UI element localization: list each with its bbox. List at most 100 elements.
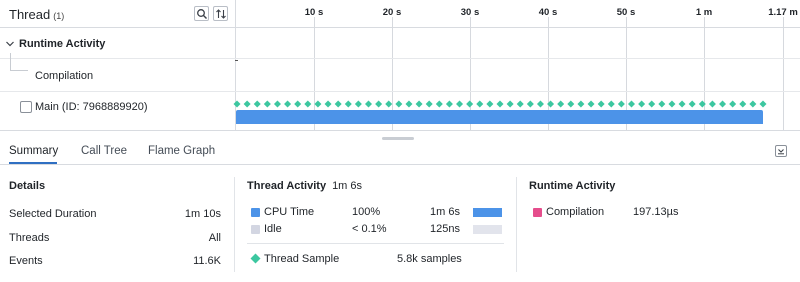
thread-sample-marker[interactable] bbox=[739, 100, 747, 108]
thread-sample-marker[interactable] bbox=[708, 100, 716, 108]
thread-sample-marker[interactable] bbox=[385, 100, 393, 108]
idle-swatch bbox=[251, 225, 260, 234]
events-value: 11.6K bbox=[193, 255, 221, 267]
thread-sample-marker[interactable] bbox=[334, 100, 342, 108]
thread-sample-label: Thread Sample bbox=[264, 253, 340, 265]
tab-call-tree[interactable]: Call Tree bbox=[81, 145, 127, 157]
thread-sample-marker[interactable] bbox=[375, 100, 383, 108]
thread-sample-marker[interactable] bbox=[688, 100, 696, 108]
chevron-down-icon[interactable] bbox=[5, 40, 15, 48]
thread-sample-marker[interactable] bbox=[759, 100, 767, 108]
thread-sample-marker[interactable] bbox=[567, 100, 575, 108]
thread-sample-marker[interactable] bbox=[719, 100, 727, 108]
thread-sample-marker[interactable] bbox=[344, 100, 352, 108]
thread-sample-marker[interactable] bbox=[547, 100, 555, 108]
thread-sample-marker[interactable] bbox=[243, 100, 251, 108]
thread-sample-marker[interactable] bbox=[263, 100, 271, 108]
thread-sample-marker[interactable] bbox=[284, 100, 292, 108]
panel-resize-handle[interactable] bbox=[382, 137, 414, 140]
detail-tabs: Summary Call Tree Flame Graph bbox=[0, 143, 800, 165]
collapse-panel-button[interactable] bbox=[775, 145, 787, 157]
thread-sample-marker[interactable] bbox=[273, 100, 281, 108]
thread-sample-marker[interactable] bbox=[405, 100, 413, 108]
thread-sample-marker[interactable] bbox=[253, 100, 261, 108]
time-ruler[interactable]: 10 s 20 s 30 s 40 s 50 s 1 m 1.17 m bbox=[235, 0, 800, 28]
gridline bbox=[783, 17, 784, 130]
thread-sample-marker[interactable] bbox=[354, 100, 362, 108]
runtime-activity-row-label[interactable]: Runtime Activity bbox=[19, 38, 105, 50]
selected-duration-label: Selected Duration bbox=[9, 208, 97, 220]
column-divider bbox=[516, 177, 517, 272]
collapse-panel-icon bbox=[778, 149, 784, 155]
timeline-panel: Thread (1) 10 s 20 s 30 s 40 s 50 s 1 m 1… bbox=[0, 0, 800, 130]
row-divider bbox=[0, 58, 800, 59]
thread-sample-marker[interactable] bbox=[749, 100, 757, 108]
thread-sample-value: 5.8k samples bbox=[397, 253, 462, 265]
thread-sample-marker[interactable] bbox=[698, 100, 706, 108]
thread-sample-marker[interactable] bbox=[486, 100, 494, 108]
thread-sample-marker[interactable] bbox=[395, 100, 403, 108]
thread-sample-marker[interactable] bbox=[729, 100, 737, 108]
idle-bar bbox=[473, 225, 502, 234]
thread-sample-marker[interactable] bbox=[445, 100, 453, 108]
header-title-text: Thread bbox=[9, 7, 51, 22]
main-thread-row-label[interactable]: Main (ID: 7968889920) bbox=[35, 101, 148, 113]
thread-sample-swatch bbox=[250, 253, 261, 264]
thread-header: Thread (1) bbox=[0, 0, 235, 28]
compilation-swatch bbox=[533, 208, 542, 217]
sort-button[interactable] bbox=[213, 6, 228, 21]
thread-sample-marker[interactable] bbox=[638, 100, 646, 108]
thread-sample-marker[interactable] bbox=[476, 100, 484, 108]
thread-sample-marker[interactable] bbox=[607, 100, 615, 108]
thread-sample-marker[interactable] bbox=[658, 100, 666, 108]
thread-sample-track[interactable] bbox=[233, 99, 773, 109]
compilation-row-label[interactable]: Compilation bbox=[35, 70, 93, 82]
thread-sample-marker[interactable] bbox=[496, 100, 504, 108]
tree-connector bbox=[10, 53, 11, 70]
active-tab-indicator bbox=[9, 162, 57, 164]
thread-sample-marker[interactable] bbox=[294, 100, 302, 108]
cpu-activity-bar[interactable] bbox=[236, 110, 763, 124]
thread-sample-marker[interactable] bbox=[233, 100, 241, 108]
thread-sample-marker[interactable] bbox=[536, 100, 544, 108]
selected-duration-value: 1m 10s bbox=[184, 208, 221, 220]
thread-sample-marker[interactable] bbox=[678, 100, 686, 108]
thread-sample-marker[interactable] bbox=[587, 100, 595, 108]
thread-sample-marker[interactable] bbox=[324, 100, 332, 108]
thread-sample-marker[interactable] bbox=[456, 100, 464, 108]
details-title: Details bbox=[9, 180, 46, 192]
search-button[interactable] bbox=[194, 6, 209, 21]
cpu-time-bar bbox=[473, 208, 502, 217]
idle-percent: < 0.1% bbox=[352, 223, 387, 235]
thread-sample-marker[interactable] bbox=[314, 100, 322, 108]
compilation-label: Compilation bbox=[546, 206, 605, 218]
thread-sample-marker[interactable] bbox=[506, 100, 514, 108]
thread-sample-marker[interactable] bbox=[628, 100, 635, 108]
column-divider bbox=[234, 177, 235, 272]
thread-sample-marker[interactable] bbox=[648, 100, 656, 108]
thread-sample-marker[interactable] bbox=[557, 100, 565, 108]
idle-label: Idle bbox=[264, 223, 282, 235]
thread-sample-marker[interactable] bbox=[617, 100, 625, 108]
thread-count: (1) bbox=[53, 11, 65, 21]
compilation-event-mark[interactable] bbox=[235, 60, 238, 61]
thread-sample-marker[interactable] bbox=[365, 100, 372, 108]
search-icon bbox=[197, 9, 207, 19]
thread-sample-marker[interactable] bbox=[577, 100, 585, 108]
thread-sample-marker[interactable] bbox=[466, 100, 474, 108]
events-label: Events bbox=[9, 255, 43, 267]
thread-sample-marker[interactable] bbox=[425, 100, 433, 108]
tab-flame-graph[interactable]: Flame Graph bbox=[148, 145, 215, 157]
thread-sample-marker[interactable] bbox=[435, 100, 443, 108]
thread-sample-marker[interactable] bbox=[668, 100, 676, 108]
thread-sample-marker[interactable] bbox=[597, 100, 605, 108]
thread-sample-marker[interactable] bbox=[304, 100, 312, 108]
thread-sample-marker[interactable] bbox=[516, 100, 524, 108]
tab-summary[interactable]: Summary bbox=[9, 145, 58, 157]
row-divider bbox=[0, 91, 800, 92]
thread-sample-marker[interactable] bbox=[415, 100, 423, 108]
main-thread-checkbox[interactable] bbox=[20, 101, 32, 113]
cpu-time-swatch bbox=[251, 208, 260, 217]
thread-activity-divider bbox=[247, 243, 504, 244]
thread-sample-marker[interactable] bbox=[526, 100, 534, 108]
